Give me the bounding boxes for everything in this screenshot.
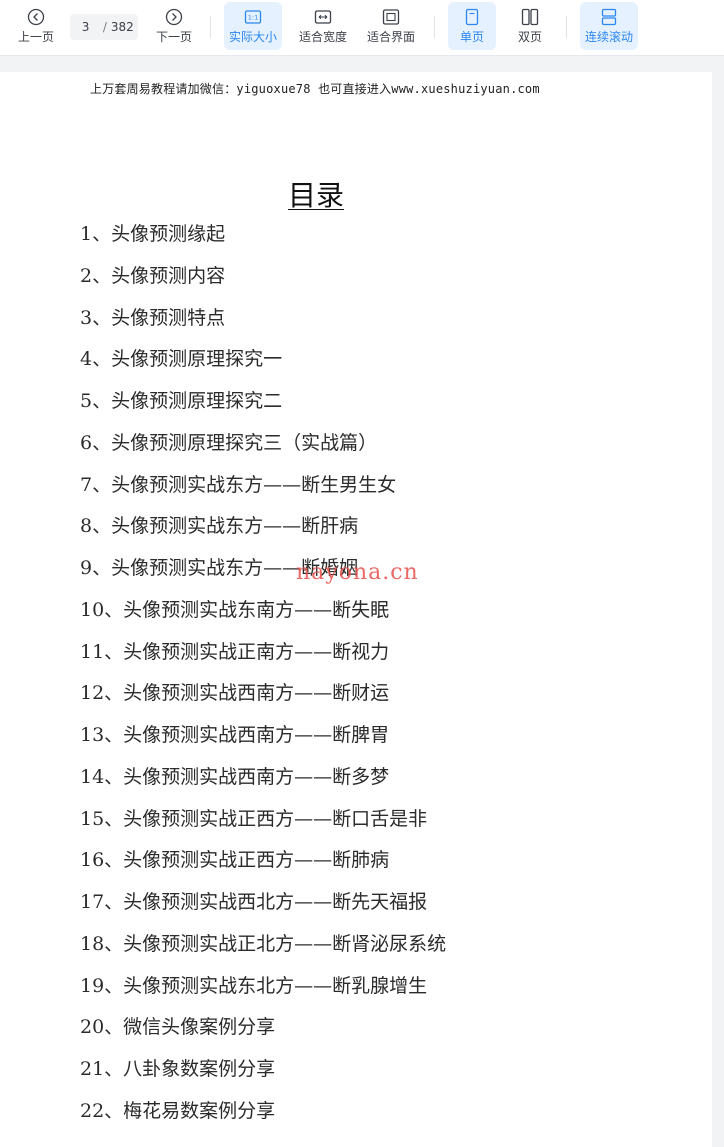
watermark-text: nayona.cn bbox=[296, 560, 419, 585]
toc-item: 18、头像预测实战正北方——断肾泌尿系统 bbox=[80, 932, 447, 955]
toc-item: 15、头像预测实战正西方——断口舌是非 bbox=[80, 807, 428, 830]
page-separator: / bbox=[102, 20, 107, 34]
toc-item: 8、头像预测实战东方——断肝病 bbox=[80, 515, 359, 538]
current-page-input[interactable]: 3 bbox=[70, 20, 101, 34]
actual-size-button[interactable]: 1:1 实际大小 bbox=[224, 2, 282, 50]
double-page-label: 双页 bbox=[517, 30, 542, 44]
fit-page-button[interactable]: 适合界面 bbox=[362, 2, 420, 50]
actual-size-label: 实际大小 bbox=[228, 30, 277, 44]
fit-page-label: 适合界面 bbox=[366, 30, 415, 44]
page-header-text: 上万套周易教程请加微信：yiguoxue78 也可直接进入www.xueshuz… bbox=[90, 82, 540, 96]
double-page-icon bbox=[521, 8, 539, 26]
single-page-icon bbox=[465, 8, 479, 26]
fit-width-button[interactable]: 适合宽度 bbox=[294, 2, 352, 50]
toolbar-divider bbox=[434, 16, 435, 38]
single-page-label: 单页 bbox=[459, 30, 484, 44]
toc-item: 11、头像预测实战正南方——断视力 bbox=[80, 640, 390, 663]
toc-item: 3、头像预测特点 bbox=[80, 306, 226, 329]
toc-item: 14、头像预测实战西南方——断多梦 bbox=[80, 765, 390, 788]
next-page-button[interactable]: 下一页 bbox=[150, 2, 198, 50]
document-page: 上万套周易教程请加微信：yiguoxue78 也可直接进入www.xueshuz… bbox=[0, 72, 712, 1147]
fit-width-icon bbox=[314, 10, 332, 24]
continuous-scroll-icon bbox=[601, 8, 617, 26]
toc-item: 19、头像预测实战东北方——断乳腺增生 bbox=[80, 974, 428, 997]
toc-item: 20、微信头像案例分享 bbox=[80, 1016, 276, 1039]
viewer-toolbar: 上一页 3 / 382 下一页 1:1 实际大小 适合宽度 适合界面 单页 双页… bbox=[0, 0, 724, 56]
double-page-button[interactable]: 双页 bbox=[506, 2, 554, 50]
toc-item: 13、头像预测实战西南方——断脾胃 bbox=[80, 724, 390, 746]
actual-size-icon: 1:1 bbox=[244, 10, 262, 24]
svg-text:1:1: 1:1 bbox=[248, 14, 258, 22]
chevron-left-circle-icon bbox=[27, 8, 45, 26]
toolbar-divider bbox=[566, 16, 567, 38]
next-page-label: 下一页 bbox=[155, 30, 192, 44]
toc-item: 2、头像预测内容 bbox=[80, 264, 226, 287]
toc-item: 12、头像预测实战西南方——断财运 bbox=[80, 682, 390, 705]
prev-page-button[interactable]: 上一页 bbox=[12, 2, 60, 50]
toc-item: 4、头像预测原理探究一 bbox=[80, 348, 283, 371]
page-indicator: 3 / 382 bbox=[70, 14, 138, 40]
continuous-scroll-label: 连续滚动 bbox=[584, 30, 633, 44]
single-page-button[interactable]: 单页 bbox=[448, 2, 496, 50]
prev-page-label: 上一页 bbox=[17, 30, 54, 44]
toc-list: 1、头像预测缘起 2、头像预测内容 3、头像预测特点 4、头像预测原理探究一 5、头像预… bbox=[80, 220, 446, 1139]
toc-item: 17、头像预测实战西北方——断先天福报 bbox=[80, 891, 428, 913]
toc-item: 16、头像预测实战正西方——断肺病 bbox=[80, 849, 390, 872]
fit-page-icon bbox=[382, 9, 400, 25]
chevron-right-circle-icon bbox=[165, 8, 183, 26]
toc-item: 5、头像预测原理探究二 bbox=[80, 390, 283, 412]
toc-item: 22、梅花易数案例分享 bbox=[80, 1099, 276, 1122]
toc-item: 1、头像预测缘起 bbox=[80, 223, 226, 245]
fit-width-label: 适合宽度 bbox=[298, 30, 347, 44]
toc-item: 10、头像预测实战东南方——断失眠 bbox=[80, 598, 390, 621]
toc-item: 6、头像预测原理探究三（实战篇） bbox=[80, 431, 378, 454]
total-pages: 382 bbox=[110, 20, 134, 34]
toc-item: 7、头像预测实战东方——断生男生女 bbox=[80, 473, 397, 496]
toc-title: 目录 bbox=[288, 179, 345, 212]
continuous-scroll-button[interactable]: 连续滚动 bbox=[580, 2, 638, 50]
toc-item: 21、八卦象数案例分享 bbox=[80, 1058, 276, 1080]
toolbar-divider bbox=[210, 16, 211, 38]
